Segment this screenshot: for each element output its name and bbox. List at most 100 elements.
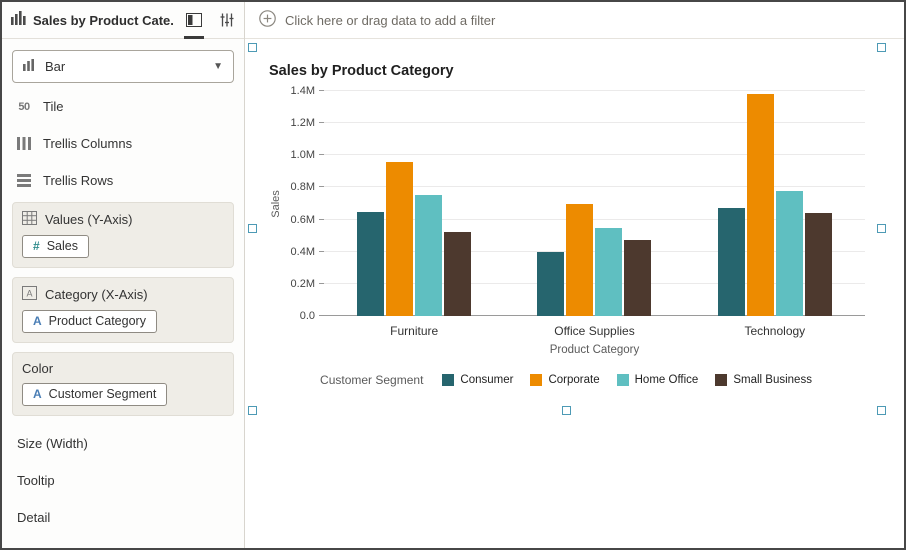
legend-item[interactable]: Consumer (442, 374, 513, 386)
legend-item[interactable]: Small Business (715, 374, 812, 386)
bar-chart-visualization[interactable]: Sales by Product Category Sales 0.0 0.2M 0… (253, 48, 881, 410)
drop-target-label: Trellis Columns (43, 136, 132, 151)
legend-label: Consumer (460, 374, 513, 386)
bar-groups (324, 91, 865, 316)
drop-target-label: Tile (43, 99, 63, 114)
app-window: Sales by Product Cate... Bar ▼ 50 Tile (0, 0, 906, 550)
legend-item[interactable]: Corporate (530, 374, 599, 386)
selection-handle-mid-left[interactable] (248, 224, 257, 233)
attribute-a-icon: A (33, 387, 42, 401)
drop-target-label: Detail (17, 510, 50, 525)
y-tick-label: 0.8M (291, 181, 315, 193)
main-area: Click here or drag data to add a filter … (245, 2, 904, 548)
drop-target-tooltip[interactable]: Tooltip (12, 462, 234, 499)
bar-home-office[interactable] (415, 195, 442, 316)
legend-title: Customer Segment (320, 373, 423, 387)
bar-corporate[interactable] (566, 204, 593, 317)
y-tick-label: 1.0M (291, 149, 315, 161)
bar-small-business[interactable] (624, 240, 651, 316)
chart-title: Sales by Product Category (267, 63, 865, 79)
x-category-label: Technology (685, 316, 865, 338)
selection-handle-bottom-center[interactable] (562, 406, 571, 415)
pill-customer-segment[interactable]: A Customer Segment (22, 383, 167, 406)
plot-area (324, 91, 865, 316)
y-axis-ticks: 0.00.2M0.4M0.6M0.8M1.0M1.2M1.4M (284, 91, 324, 316)
y-tick-label: 0.2M (291, 278, 315, 290)
pill-label: Customer Segment (49, 387, 157, 401)
drop-target-label: Tooltip (17, 473, 55, 488)
drop-target-filters[interactable]: Filters (12, 536, 234, 548)
svg-text:A: A (26, 289, 32, 299)
legend-item[interactable]: Home Office (617, 374, 699, 386)
trellis-rows-icon (15, 174, 33, 187)
bar-home-office[interactable] (776, 191, 803, 316)
bar-corporate[interactable] (747, 94, 774, 316)
selection-handle-top-right[interactable] (877, 43, 886, 52)
attribute-box-icon: A (22, 286, 37, 303)
bar-consumer[interactable] (537, 252, 564, 316)
bar-home-office[interactable] (595, 228, 622, 316)
filter-hint-text: Click here or drag data to add a filter (285, 13, 495, 28)
grid-icon (22, 211, 37, 228)
pill-sales-measure[interactable]: # Sales (22, 235, 89, 258)
grammar-panel: Sales by Product Cate... Bar ▼ 50 Tile (2, 2, 245, 548)
measure-hash-icon: # (33, 239, 40, 253)
legend-swatch (530, 374, 542, 386)
drop-target-detail[interactable]: Detail (12, 499, 234, 536)
drop-target-size-width[interactable]: Size (Width) (12, 425, 234, 462)
bar-group (504, 91, 684, 316)
y-tick-label: 0.0 (300, 310, 315, 322)
bar-consumer[interactable] (357, 212, 384, 316)
chart-type-value: Bar (45, 59, 65, 74)
bar-consumer[interactable] (718, 208, 745, 316)
x-category-label: Office Supplies (504, 316, 684, 338)
bar-small-business[interactable] (805, 213, 832, 316)
bar-corporate[interactable] (386, 162, 413, 316)
chart-type-dropdown[interactable]: Bar ▼ (12, 50, 234, 83)
y-axis-title: Sales (267, 91, 284, 316)
x-axis-title: Product Category (324, 344, 865, 356)
legend-swatch (442, 374, 454, 386)
section-color[interactable]: Color A Customer Segment (12, 352, 234, 416)
drop-target-trellis-rows[interactable]: Trellis Rows (12, 162, 234, 199)
grammar-tab-button[interactable] (181, 2, 207, 39)
selection-handle-bottom-right[interactable] (877, 406, 886, 415)
y-tick-label: 1.4M (291, 85, 315, 97)
section-label: Color (22, 361, 53, 376)
tile-icon: 50 (15, 101, 33, 113)
bar-chart-icon (11, 11, 26, 30)
section-category-x-axis[interactable]: A Category (X-Axis) A Product Category (12, 277, 234, 343)
legend-swatch (715, 374, 727, 386)
bar-group (324, 91, 504, 316)
pill-label: Product Category (49, 314, 146, 328)
pill-product-category[interactable]: A Product Category (22, 310, 157, 333)
drop-target-trellis-columns[interactable]: Trellis Columns (12, 125, 234, 162)
y-tick-label: 0.4M (291, 246, 315, 258)
selection-handle-bottom-left[interactable] (248, 406, 257, 415)
attribute-a-icon: A (33, 314, 42, 328)
filter-bar[interactable]: Click here or drag data to add a filter (245, 2, 904, 39)
plus-circle-icon (259, 10, 276, 30)
section-label: Category (X-Axis) (45, 287, 148, 302)
section-values-y-axis[interactable]: Values (Y-Axis) # Sales (12, 202, 234, 268)
y-tick-label: 0.6M (291, 214, 315, 226)
drop-target-label: Size (Width) (17, 436, 88, 451)
x-category-label: Furniture (324, 316, 504, 338)
selection-handle-mid-right[interactable] (877, 224, 886, 233)
pill-label: Sales (47, 239, 78, 253)
selection-handle-top-left[interactable] (248, 43, 257, 52)
drop-target-label: Trellis Rows (43, 173, 113, 188)
bar-type-icon (23, 58, 36, 76)
viz-header: Sales by Product Cate... (2, 2, 244, 39)
chevron-down-icon: ▼ (213, 61, 223, 72)
legend-swatch (617, 374, 629, 386)
chart: Sales 0.00.2M0.4M0.6M0.8M1.0M1.2M1.4M (267, 91, 865, 316)
drop-target-tile[interactable]: 50 Tile (12, 88, 234, 125)
settings-sliders-button[interactable] (214, 2, 240, 39)
x-labels: FurnitureOffice SuppliesTechnology (324, 316, 865, 338)
viz-title-truncated: Sales by Product Cate... (33, 13, 174, 28)
section-label: Values (Y-Axis) (45, 212, 132, 227)
bar-small-business[interactable] (444, 232, 471, 316)
canvas[interactable]: Sales by Product Category Sales 0.0 0.2M 0… (245, 39, 904, 548)
bar-group (685, 91, 865, 316)
